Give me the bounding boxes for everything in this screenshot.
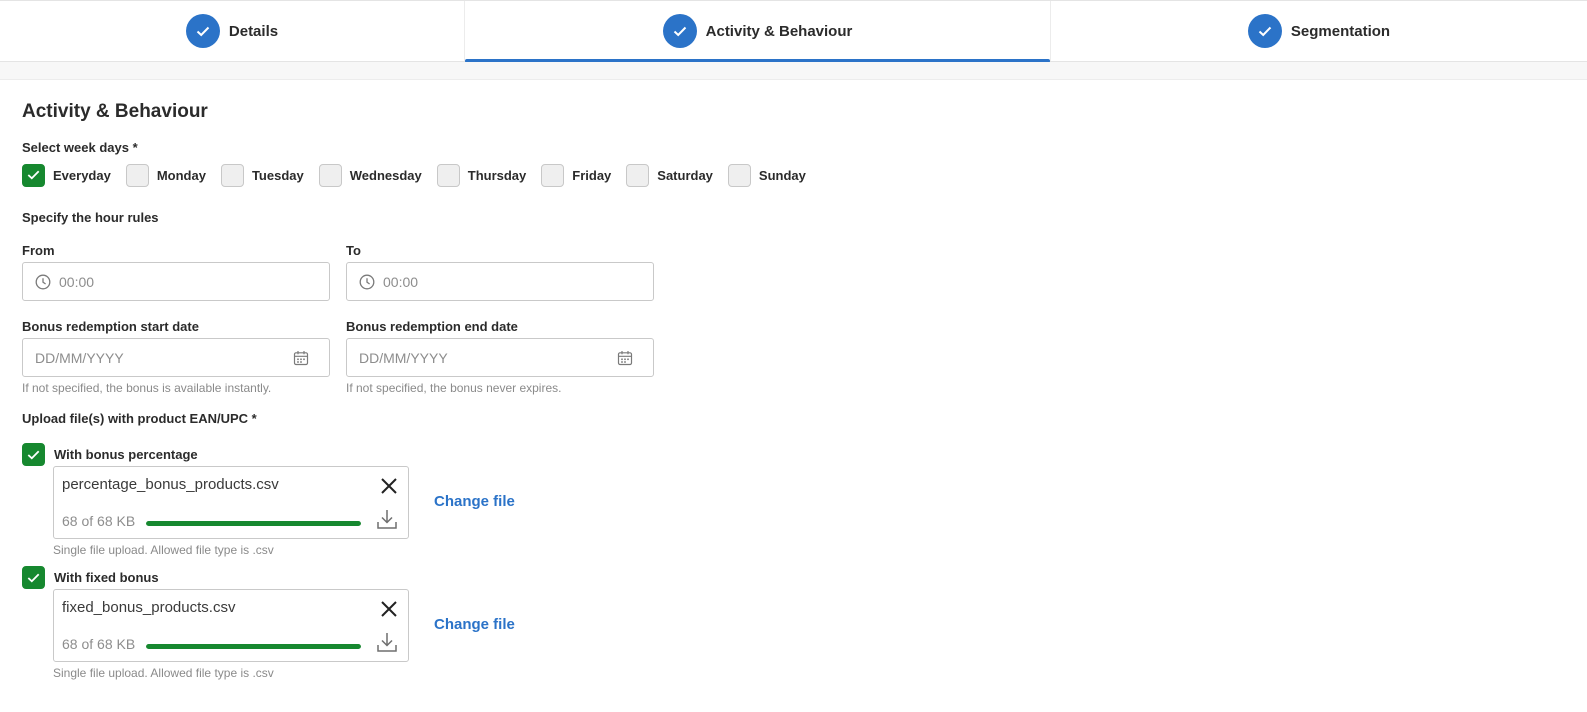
weekday-wednesday[interactable]: Wednesday	[318, 163, 422, 187]
check-icon	[185, 14, 220, 48]
weekday-label: Tuesday	[251, 167, 304, 183]
start-date-label: Bonus redemption start date	[22, 319, 199, 334]
change-file-button[interactable]: Change file	[434, 616, 515, 633]
upload-label: Upload file(s) with product EAN/UPC *	[22, 411, 257, 426]
bonus-percentage-label: With bonus percentage	[54, 447, 198, 462]
end-date-label: Bonus redemption end date	[346, 319, 518, 334]
end-date-placeholder: DD/MM/YYYY	[359, 349, 448, 366]
close-icon[interactable]	[380, 477, 398, 500]
step-details[interactable]: Details	[0, 1, 464, 61]
clock-icon	[35, 274, 51, 290]
file-card-fixed: fixed_bonus_products.csv 68 of 68 KB	[53, 589, 409, 662]
stepper-divider	[0, 62, 1587, 80]
weekday-label: Monday	[156, 167, 206, 183]
weekday-sunday[interactable]: Sunday	[727, 163, 806, 187]
check-icon	[1247, 14, 1282, 48]
upload-hint: Single file upload. Allowed file type is…	[53, 543, 274, 557]
checkbox-icon[interactable]	[125, 163, 149, 187]
from-label: From	[22, 243, 55, 258]
weekday-checkbox-group: Everyday Monday Tuesday Wednesday Thursd…	[22, 163, 821, 187]
close-icon[interactable]	[380, 600, 398, 623]
to-time-placeholder: 00:00	[383, 273, 419, 290]
step-segmentation[interactable]: Segmentation	[1051, 1, 1587, 61]
weekday-label: Everyday	[53, 167, 111, 183]
checkbox-icon[interactable]	[727, 163, 751, 187]
fixed-bonus-label: With fixed bonus	[54, 570, 159, 585]
clock-icon	[359, 274, 375, 290]
file-name: fixed_bonus_products.csv	[62, 599, 236, 616]
check-icon	[662, 14, 697, 48]
weekday-monday[interactable]: Monday	[125, 163, 206, 187]
from-time-input[interactable]: 00:00	[22, 262, 330, 301]
calendar-icon[interactable]	[293, 350, 309, 366]
upload-progress-fill	[146, 644, 361, 649]
bonus-percentage-checkbox[interactable]: With bonus percentage	[22, 443, 198, 466]
weekday-label: Thursday	[467, 167, 527, 183]
start-date-hint: If not specified, the bonus is available…	[22, 381, 272, 395]
step-label: Details	[228, 22, 279, 40]
step-label: Activity & Behaviour	[705, 22, 853, 40]
file-size: 68 of 68 KB	[62, 513, 136, 529]
upload-hint: Single file upload. Allowed file type is…	[53, 666, 274, 680]
to-label: To	[346, 243, 361, 258]
end-date-hint: If not specified, the bonus never expire…	[346, 381, 562, 395]
end-date-input[interactable]: DD/MM/YYYY	[346, 338, 654, 377]
checkbox-icon[interactable]	[318, 163, 342, 187]
file-name: percentage_bonus_products.csv	[62, 476, 279, 493]
checkbox-icon[interactable]	[626, 163, 650, 187]
upload-progress-bar	[146, 644, 361, 649]
calendar-icon[interactable]	[617, 350, 633, 366]
start-date-input[interactable]: DD/MM/YYYY	[22, 338, 330, 377]
file-card-percentage: percentage_bonus_products.csv 68 of 68 K…	[53, 466, 409, 539]
weekday-thursday[interactable]: Thursday	[436, 163, 527, 187]
checkbox-icon[interactable]	[436, 163, 460, 187]
to-time-input[interactable]: 00:00	[346, 262, 654, 301]
section-title: Activity & Behaviour	[22, 101, 208, 122]
weekday-label: Saturday	[657, 167, 713, 183]
weekday-label: Sunday	[758, 167, 806, 183]
weekday-tuesday[interactable]: Tuesday	[220, 163, 304, 187]
upload-progress-bar	[146, 521, 361, 526]
checkbox-checked-icon[interactable]	[22, 566, 45, 589]
upload-progress-fill	[146, 521, 361, 526]
checkbox-icon[interactable]	[541, 163, 565, 187]
checkbox-checked-icon[interactable]	[22, 163, 45, 187]
start-date-placeholder: DD/MM/YYYY	[35, 349, 124, 366]
weekday-saturday[interactable]: Saturday	[626, 163, 713, 187]
stepper: Details Activity & Behaviour Segmentatio…	[0, 0, 1587, 63]
file-size: 68 of 68 KB	[62, 636, 136, 652]
from-time-placeholder: 00:00	[59, 273, 95, 290]
download-icon[interactable]	[376, 631, 398, 658]
checkbox-checked-icon[interactable]	[22, 443, 45, 466]
hour-rules-label: Specify the hour rules	[22, 210, 159, 225]
weekdays-label: Select week days *	[22, 140, 138, 155]
download-icon[interactable]	[376, 508, 398, 535]
fixed-bonus-checkbox[interactable]: With fixed bonus	[22, 566, 159, 589]
checkbox-icon[interactable]	[220, 163, 244, 187]
step-activity-behaviour[interactable]: Activity & Behaviour	[464, 1, 1051, 63]
step-label: Segmentation	[1290, 22, 1391, 40]
change-file-button[interactable]: Change file	[434, 493, 515, 510]
weekday-friday[interactable]: Friday	[541, 163, 612, 187]
weekday-label: Friday	[572, 167, 612, 183]
weekday-everyday[interactable]: Everyday	[22, 163, 111, 187]
weekday-label: Wednesday	[349, 167, 422, 183]
